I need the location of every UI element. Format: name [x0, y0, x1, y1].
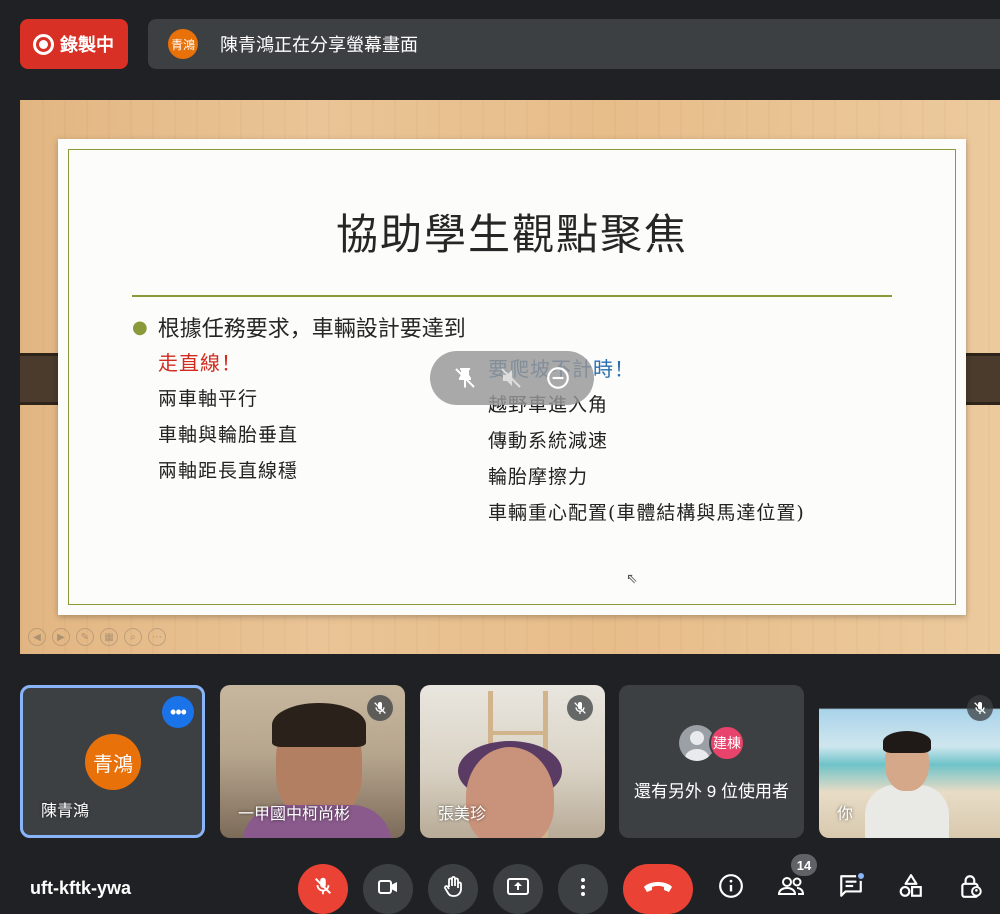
more-options-icon[interactable]: ⋯	[148, 628, 166, 646]
activities-icon	[898, 873, 924, 904]
left-item: 車軸與輪胎垂直	[158, 424, 299, 446]
slide-bullet: ● 根據任務要求，車輛設計要達到	[132, 311, 466, 343]
presenter-avatar: 青鴻	[168, 29, 198, 59]
camera-toggle-button[interactable]	[363, 864, 413, 914]
raise-hand-button[interactable]	[428, 864, 478, 914]
slideshow-toolbar: ◀ ▶ ✎ ▦ ⌕ ⋯	[28, 628, 166, 646]
recording-indicator[interactable]: 錄製中	[20, 19, 128, 69]
participant-name: 你	[837, 806, 854, 823]
participant-avatar: 青鴻	[85, 734, 141, 790]
participant-tile[interactable]: 一甲國中柯尚彬	[220, 685, 405, 838]
right-item: 車輛重心配置(車體結構與馬達位置)	[488, 502, 805, 524]
left-item: 兩軸距長直線穩	[158, 460, 299, 482]
pen-icon[interactable]: ✎	[76, 628, 94, 646]
record-icon	[33, 33, 54, 55]
microphone-toggle-button[interactable]	[298, 864, 348, 914]
right-item: 傳動系統減速	[488, 430, 609, 452]
hang-up-icon	[642, 879, 674, 900]
slide-title: 協助學生觀點聚焦	[335, 210, 688, 259]
present-icon	[506, 875, 530, 904]
unpin-icon[interactable]	[453, 366, 477, 390]
activities-button[interactable]	[891, 868, 931, 908]
remove-tile-icon[interactable]	[545, 365, 571, 391]
mute-presentation-icon[interactable]	[499, 366, 523, 390]
leave-call-button[interactable]	[623, 864, 693, 914]
participant-avatar: 建棟	[709, 725, 745, 761]
participant-video	[865, 785, 949, 838]
left-heading: 走直線！	[158, 351, 242, 375]
left-item: 兩車軸平行	[158, 388, 259, 410]
mic-off-icon	[967, 695, 993, 721]
presenter-banner: 青鴻 陳青鴻正在分享螢幕畫面	[148, 19, 1000, 69]
more-options-icon[interactable]: •••	[162, 696, 194, 728]
slide-bullet-text: 根據任務要求，車輛設計要達到	[157, 317, 466, 342]
bullet-icon: ●	[132, 316, 148, 338]
mic-off-icon	[312, 875, 334, 903]
next-slide-icon[interactable]: ▶	[52, 628, 70, 646]
recording-label: 錄製中	[60, 35, 114, 55]
host-controls-button[interactable]	[951, 868, 991, 908]
right-item: 輪胎摩擦力	[488, 466, 589, 488]
participant-tile-self[interactable]: 你	[819, 685, 1000, 838]
prev-slide-icon[interactable]: ◀	[28, 628, 46, 646]
shared-screen: 協助學生觀點聚焦 ● 根據任務要求，車輛設計要達到 走直線！ 兩車軸平行 車軸與…	[20, 100, 1000, 654]
info-icon	[718, 873, 744, 904]
others-tile[interactable]: 建棟 還有另外 9 位使用者	[619, 685, 804, 838]
present-now-button[interactable]	[493, 864, 543, 914]
meeting-code: uft-kftk-ywa	[30, 878, 132, 898]
host-controls-icon	[958, 873, 984, 904]
more-vert-icon	[571, 875, 595, 904]
participant-name: 一甲國中柯尚彬	[238, 806, 351, 823]
meeting-details-button[interactable]	[711, 868, 751, 908]
slide-left-column: 走直線！ 兩車軸平行 車軸與輪胎垂直 兩軸距長直線穩	[158, 345, 298, 489]
participant-name: 張美珍	[438, 806, 487, 823]
mic-off-icon	[367, 695, 393, 721]
people-icon	[777, 873, 805, 904]
participant-tile-self-presenter[interactable]: 青鴻 ••• 陳青鴻	[20, 685, 205, 838]
mouse-cursor-icon: ⇖	[626, 570, 638, 586]
chat-notification-dot	[856, 871, 866, 881]
zoom-icon[interactable]: ⌕	[124, 628, 142, 646]
camera-icon	[376, 875, 400, 904]
participant-count-badge: 14	[791, 854, 817, 876]
slide-divider	[132, 295, 892, 297]
raise-hand-icon	[441, 875, 465, 904]
slides-grid-icon[interactable]: ▦	[100, 628, 118, 646]
presentation-float-controls	[430, 351, 594, 405]
others-count-label: 還有另外 9 位使用者	[634, 782, 789, 801]
participant-name: 陳青鴻	[41, 803, 90, 820]
participant-tile[interactable]: 張美珍	[420, 685, 605, 838]
mic-off-icon	[567, 695, 593, 721]
more-options-button[interactable]	[558, 864, 608, 914]
presenter-banner-text: 陳青鴻正在分享螢幕畫面	[220, 35, 418, 55]
